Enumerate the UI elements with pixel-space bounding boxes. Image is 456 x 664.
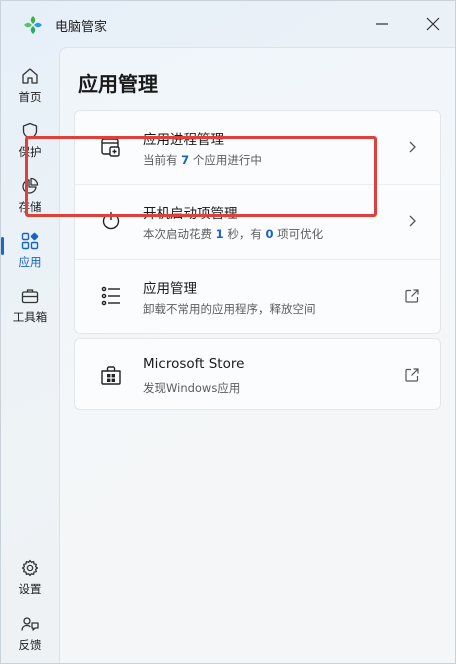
chevron-right-icon — [409, 141, 416, 153]
microsoft-store-card[interactable]: Microsoft Store 发现Windows应用 — [74, 338, 441, 410]
minimize-icon — [376, 23, 388, 25]
close-button[interactable] — [418, 11, 448, 37]
feedback-icon — [21, 617, 39, 631]
row-subtitle: 本次启动花费 1 秒，有 0 项可优化 — [143, 227, 324, 241]
app-logo-icon — [24, 16, 42, 34]
pie-chart-icon — [22, 177, 39, 194]
title-bar: 电脑管家 — [1, 1, 455, 47]
toolbox-icon — [21, 289, 39, 304]
sidebar-item-storage[interactable]: 存储 — [5, 171, 55, 221]
sidebar-item-toolbox[interactable]: 工具箱 — [5, 281, 55, 331]
close-icon — [426, 17, 440, 31]
app-title: 电脑管家 — [55, 20, 108, 35]
external-link-icon — [405, 289, 419, 303]
row-app-management[interactable]: 应用管理 卸载不常用的应用程序，释放空间 — [75, 260, 440, 332]
sidebar-item-feedback[interactable]: 反馈 — [5, 609, 55, 659]
gear-icon — [21, 559, 39, 577]
active-nav-indicator — [1, 237, 4, 255]
row-subtitle: 卸载不常用的应用程序，释放空间 — [143, 302, 316, 316]
home-icon — [22, 68, 38, 84]
app-window: 电脑管家 首页 保护 存储 应用 工具箱 设置 反馈 应用管理 应用进程管理 当… — [0, 0, 456, 664]
sidebar-item-home[interactable]: 首页 — [5, 61, 55, 111]
row-startup-management[interactable]: 开机启动项管理 本次启动花费 1 秒，有 0 项可优化 — [75, 185, 440, 257]
sidebar-item-protect[interactable]: 保护 — [5, 116, 55, 166]
apps-icon — [21, 232, 39, 250]
store-bag-icon — [101, 366, 121, 385]
row-subtitle: 发现Windows应用 — [143, 381, 241, 395]
page-title: 应用管理 — [78, 72, 158, 96]
process-window-icon — [101, 138, 120, 157]
chevron-right-icon — [409, 215, 416, 227]
shield-icon — [22, 122, 38, 140]
power-icon — [102, 212, 120, 230]
row-process-management[interactable]: 应用进程管理 当前有 7 个应用进行中 — [75, 111, 440, 183]
external-link-icon — [405, 368, 419, 382]
minimize-button[interactable] — [367, 11, 397, 37]
row-subtitle: 当前有 7 个应用进行中 — [143, 153, 262, 167]
sidebar: 首页 保护 存储 应用 工具箱 设置 反馈 — [1, 47, 59, 663]
row-microsoft-store[interactable]: Microsoft Store 发现Windows应用 — [75, 339, 440, 411]
main-content: 应用管理 应用进程管理 当前有 7 个应用进行中 开机启动项管理 本次启动花费 … — [59, 47, 455, 663]
list-icon — [101, 286, 120, 306]
sidebar-item-settings[interactable]: 设置 — [5, 553, 55, 603]
sidebar-item-apps[interactable]: 应用 — [5, 226, 55, 276]
app-management-card-group: 应用进程管理 当前有 7 个应用进行中 开机启动项管理 本次启动花费 1 秒，有… — [74, 110, 441, 334]
